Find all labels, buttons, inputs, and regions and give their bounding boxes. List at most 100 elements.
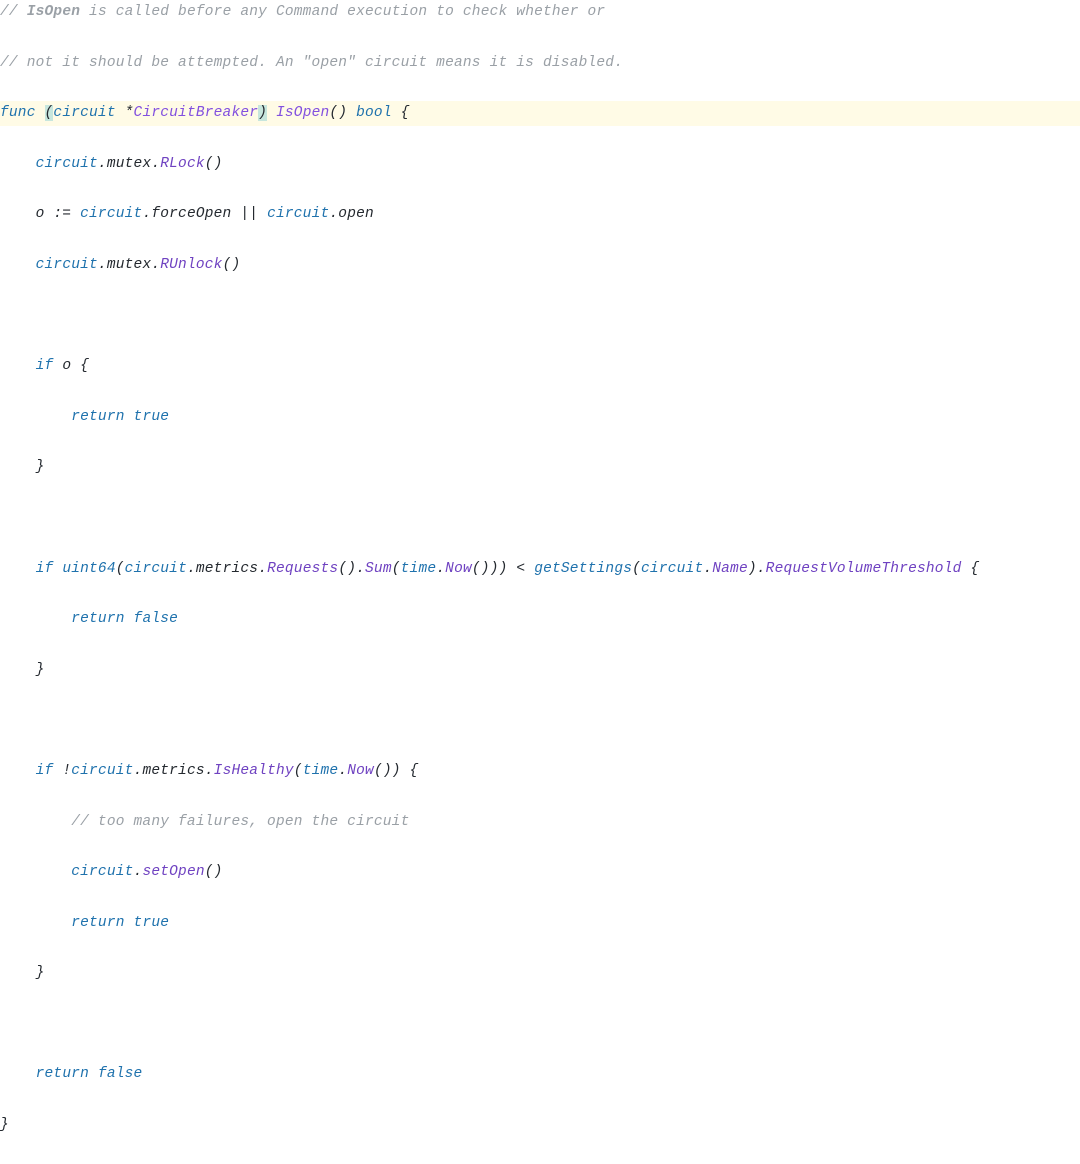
code-line: circuit.mutex.RUnlock() xyxy=(0,253,1080,278)
code-token xyxy=(267,105,276,121)
code-token: open xyxy=(338,206,374,222)
code-token: time xyxy=(303,763,339,779)
code-token: . xyxy=(703,561,712,577)
code-token xyxy=(0,814,71,830)
code-token: . xyxy=(329,206,338,222)
code-token: mutex xyxy=(107,257,152,273)
code-token: // too many failures, open the circuit xyxy=(71,814,409,830)
code-token: } xyxy=(0,662,45,678)
code-token: forceOpen xyxy=(151,206,231,222)
code-token: o := xyxy=(0,206,80,222)
code-token: setOpen xyxy=(142,864,204,880)
code-token: uint64 xyxy=(62,561,115,577)
code-token xyxy=(0,257,36,273)
code-line: } xyxy=(0,455,1080,480)
code-token: circuit xyxy=(36,257,98,273)
code-token: return xyxy=(71,915,124,931)
code-token xyxy=(0,915,71,931)
code-token: . xyxy=(98,257,107,273)
code-token: ()) { xyxy=(374,763,419,779)
code-token: () xyxy=(223,257,241,273)
code-line: // IsOpen is called before any Command e… xyxy=(0,0,1080,25)
code-token xyxy=(0,358,36,374)
code-token xyxy=(125,611,134,627)
code-line: if !circuit.metrics.IsHealthy(time.Now()… xyxy=(0,759,1080,784)
code-token: return xyxy=(71,611,124,627)
code-token xyxy=(0,156,36,172)
code-token: circuit xyxy=(267,206,329,222)
code-token: Requests xyxy=(267,561,338,577)
code-token: ! xyxy=(53,763,71,779)
code-line: return false xyxy=(0,1062,1080,1087)
code-line: return true xyxy=(0,405,1080,430)
code-token: circuit xyxy=(641,561,703,577)
code-token: } xyxy=(0,459,45,475)
code-token: ( xyxy=(116,561,125,577)
code-token: ( xyxy=(294,763,303,779)
code-line: } xyxy=(0,658,1080,683)
code-line: return false xyxy=(0,607,1080,632)
code-token xyxy=(0,864,71,880)
code-token xyxy=(0,1016,9,1032)
code-token: Sum xyxy=(365,561,392,577)
code-line: if uint64(circuit.metrics.Requests().Sum… xyxy=(0,557,1080,582)
code-token: false xyxy=(98,1066,143,1082)
code-token: circuit xyxy=(36,156,98,172)
code-token: true xyxy=(134,915,170,931)
code-token: Now xyxy=(347,763,374,779)
code-line: // not it should be attempted. An "open"… xyxy=(0,51,1080,76)
code-token: . xyxy=(98,156,107,172)
code-token: RLock xyxy=(160,156,205,172)
code-token: IsHealthy xyxy=(214,763,294,779)
code-line: circuit.mutex.RLock() xyxy=(0,152,1080,177)
code-token xyxy=(0,561,36,577)
code-line: if o { xyxy=(0,354,1080,379)
code-token: metrics xyxy=(142,763,204,779)
code-token: circuit xyxy=(125,561,187,577)
code-block: // IsOpen is called before any Command e… xyxy=(0,0,1080,1164)
code-token: || xyxy=(231,206,267,222)
code-token: false xyxy=(134,611,179,627)
code-token: . xyxy=(151,257,160,273)
code-token xyxy=(36,105,45,121)
code-token: time xyxy=(401,561,437,577)
code-line xyxy=(0,708,1080,733)
code-token: () xyxy=(205,156,223,172)
code-token xyxy=(53,561,62,577)
code-token: } xyxy=(0,1117,9,1133)
code-line: func (circuit *CircuitBreaker) IsOpen() … xyxy=(0,101,1080,126)
code-token: . xyxy=(134,763,143,779)
code-line xyxy=(0,304,1080,329)
code-token: is called before any Command execution t… xyxy=(80,4,605,20)
code-token: () xyxy=(329,105,347,121)
code-token xyxy=(0,510,9,526)
code-token: (). xyxy=(338,561,365,577)
code-token: ( xyxy=(632,561,641,577)
code-token: IsOpen xyxy=(276,105,329,121)
code-token: } xyxy=(0,965,45,981)
code-token: return xyxy=(36,1066,89,1082)
code-token: metrics xyxy=(196,561,258,577)
code-line: // too many failures, open the circuit xyxy=(0,810,1080,835)
code-token: . xyxy=(187,561,196,577)
code-token: * xyxy=(116,105,134,121)
code-token: . xyxy=(142,206,151,222)
code-token: . xyxy=(258,561,267,577)
code-token: ) xyxy=(258,105,267,121)
code-token: circuit xyxy=(71,864,133,880)
code-token xyxy=(0,308,9,324)
code-token: circuit xyxy=(53,105,115,121)
code-token: return xyxy=(71,409,124,425)
code-token: true xyxy=(134,409,170,425)
code-token xyxy=(0,611,71,627)
code-line: } xyxy=(0,1113,1080,1138)
code-token: o { xyxy=(53,358,89,374)
code-token: RUnlock xyxy=(160,257,222,273)
code-token: ). xyxy=(748,561,766,577)
code-token: () xyxy=(205,864,223,880)
code-token: if xyxy=(36,358,54,374)
code-token xyxy=(125,915,134,931)
code-token: // not it should be attempted. An "open"… xyxy=(0,55,623,71)
code-token: CircuitBreaker xyxy=(134,105,259,121)
code-token: Name xyxy=(712,561,748,577)
